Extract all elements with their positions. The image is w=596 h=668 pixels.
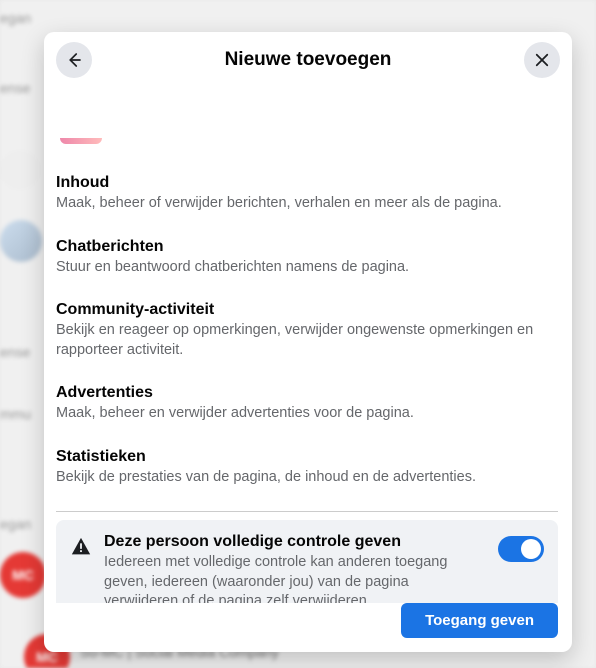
- arrow-left-icon: [65, 51, 83, 69]
- warning-icon: [70, 536, 92, 558]
- permission-section-community: Community-activiteit Bekijk en reageer o…: [56, 301, 558, 360]
- modal: Nieuwe toevoegen Inhoud Maak, beheer of …: [44, 32, 572, 652]
- bg-text: ense: [0, 80, 30, 96]
- close-button[interactable]: [524, 42, 560, 78]
- toggle-knob: [521, 539, 541, 559]
- permission-section-chatberichten: Chatberichten Stuur en beantwoord chatbe…: [56, 238, 558, 278]
- modal-title: Nieuwe toevoegen: [225, 49, 392, 71]
- full-control-text: Deze persoon volledige controle geven Ie…: [104, 533, 486, 603]
- section-desc: Maak, beheer of verwijder berichten, ver…: [56, 194, 558, 214]
- section-title: Statistieken: [56, 448, 558, 466]
- modal-header: Nieuwe toevoegen: [44, 32, 572, 88]
- modal-body[interactable]: Inhoud Maak, beheer of verwijder bericht…: [44, 88, 572, 603]
- bg-text: egan: [0, 516, 31, 532]
- permission-section-advertenties: Advertenties Maak, beheer en verwijder a…: [56, 384, 558, 424]
- modal-footer: Toegang geven: [44, 603, 572, 652]
- full-control-desc: Iedereen met volledige controle kan ande…: [104, 553, 486, 603]
- divider: [56, 511, 558, 512]
- full-control-title: Deze persoon volledige controle geven: [104, 533, 486, 551]
- section-title: Community-activiteit: [56, 301, 558, 319]
- section-desc: Bekijk en reageer op opmerkingen, verwij…: [56, 321, 558, 360]
- bg-avatar: [0, 220, 42, 262]
- bg-text: egan: [0, 10, 31, 26]
- bg-avatar: [0, 150, 40, 190]
- bg-text: mmu: [0, 406, 31, 422]
- person-avatar: [60, 138, 102, 144]
- section-title: Inhoud: [56, 174, 558, 192]
- section-desc: Stuur en beantwoord chatberichten namens…: [56, 258, 558, 278]
- permission-section-inhoud: Inhoud Maak, beheer of verwijder bericht…: [56, 174, 558, 214]
- close-icon: [533, 51, 551, 69]
- section-title: Chatberichten: [56, 238, 558, 256]
- full-control-panel: Deze persoon volledige controle geven Ie…: [56, 520, 558, 603]
- permission-section-statistieken: Statistieken Bekijk de prestaties van de…: [56, 448, 558, 488]
- back-button[interactable]: [56, 42, 92, 78]
- bg-text: ense: [0, 344, 30, 360]
- section-desc: Maak, beheer en verwijder advertenties v…: [56, 404, 558, 424]
- bg-logo: MC: [0, 552, 46, 598]
- full-control-toggle[interactable]: [498, 536, 544, 562]
- section-title: Advertenties: [56, 384, 558, 402]
- section-desc: Bekijk de prestaties van de pagina, de i…: [56, 468, 558, 488]
- grant-access-button[interactable]: Toegang geven: [401, 603, 558, 638]
